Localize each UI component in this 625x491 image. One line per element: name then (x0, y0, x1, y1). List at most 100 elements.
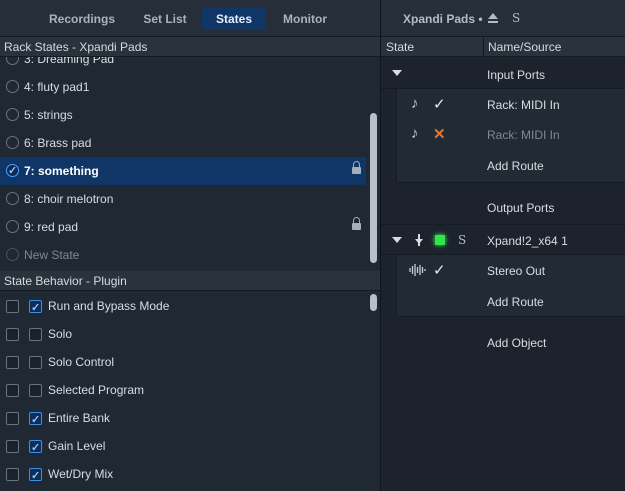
outer-checkbox[interactable] (6, 384, 19, 397)
behavior-label: Wet/Dry Mix (48, 467, 114, 481)
states-scroll-thumb[interactable] (370, 113, 377, 263)
behavior-row: Solo Control (0, 348, 366, 376)
add-route-button[interactable]: Add Route (487, 295, 544, 309)
behavior-label: Entire Bank (48, 411, 111, 425)
col-state[interactable]: State (386, 37, 414, 57)
state-item[interactable]: 5: strings (0, 101, 366, 129)
add-route-row[interactable]: Add Route (381, 287, 625, 317)
tab-monitor[interactable]: Monitor (274, 8, 336, 30)
radio-button[interactable] (6, 57, 19, 65)
add-object-row[interactable]: Add Object (381, 328, 625, 358)
new-state-label: New State (24, 248, 80, 262)
state-item[interactable]: 9: red pad (0, 213, 366, 241)
plugin-row[interactable]: S Xpand!2_x64 1 (381, 226, 625, 254)
behavior-label: Selected Program (48, 383, 145, 397)
lock-icon (352, 217, 361, 231)
radio-button[interactable] (6, 192, 19, 205)
state-label: 8: choir melotron (24, 192, 114, 206)
state-item[interactable]: 4: fluty pad1 (0, 73, 366, 101)
check-icon[interactable]: ✓ (433, 95, 446, 113)
state-item-selected[interactable]: 7: something (0, 157, 366, 185)
radio-button[interactable] (6, 136, 19, 149)
behavior-label: Run and Bypass Mode (48, 299, 170, 313)
disabled-x-icon[interactable]: ✕ (433, 125, 446, 143)
check-icon[interactable]: ✓ (433, 261, 446, 279)
states-scrollbar[interactable] (367, 57, 380, 268)
route-source-label: Rack: MIDI In (487, 128, 560, 142)
tab-bar: Recordings Set List States Monitor (0, 0, 380, 37)
solo-button[interactable]: S (512, 11, 520, 25)
routing-title-bar: Xpandi Pads • S (381, 0, 625, 37)
new-state-item[interactable]: New State (0, 241, 366, 268)
outer-checkbox[interactable] (6, 300, 19, 313)
midi-note-icon: ♪ (411, 95, 419, 112)
behavior-row: Selected Program (0, 376, 366, 404)
behavior-row: Solo (0, 320, 366, 348)
radio-button[interactable] (6, 248, 19, 261)
state-label: 5: strings (24, 108, 73, 122)
add-route-row[interactable]: Add Route (381, 151, 625, 181)
midi-note-icon: ♪ (411, 125, 419, 142)
input-ports-row[interactable]: Input Ports (381, 58, 625, 88)
col-name-source[interactable]: Name/Source (488, 37, 561, 57)
lock-icon (352, 161, 361, 175)
rack-title: Xpandi Pads • (403, 12, 483, 26)
radio-button[interactable] (6, 80, 19, 93)
output-ports-label: Output Ports (487, 201, 555, 215)
output-ports-row[interactable]: Output Ports (381, 192, 625, 222)
radio-button[interactable] (6, 108, 19, 121)
state-label: 6: Brass pad (24, 136, 92, 150)
behavior-row: Wet/Dry Mix (0, 460, 366, 490)
state-label: 9: red pad (24, 220, 79, 234)
inner-checkbox[interactable] (29, 294, 42, 322)
inner-checkbox[interactable] (29, 384, 42, 397)
behavior-scroll-thumb[interactable] (370, 294, 377, 311)
radio-button[interactable] (6, 220, 19, 233)
eject-icon[interactable] (488, 13, 498, 24)
plugin-name-label: Xpand!2_x64 1 (487, 234, 568, 248)
routing-pane: Xpandi Pads • S State Name/Source Input … (381, 0, 625, 491)
active-led-icon[interactable] (435, 235, 445, 245)
behavior-scrollbar[interactable] (367, 291, 380, 491)
state-label: 7: something (24, 164, 99, 178)
left-pane: Recordings Set List States Monitor Rack … (0, 0, 380, 491)
tab-set-list[interactable]: Set List (136, 8, 194, 30)
plugin-solo-button[interactable]: S (458, 233, 466, 247)
state-item[interactable]: 6: Brass pad (0, 129, 366, 157)
state-label: 4: fluty pad1 (24, 80, 90, 94)
routing-column-header: State Name/Source (381, 37, 625, 57)
behavior-row: Gain Level (0, 432, 366, 462)
audio-wave-icon (409, 264, 426, 276)
tab-states[interactable]: States (202, 8, 266, 30)
io-routing-icon[interactable] (414, 234, 424, 246)
outer-checkbox[interactable] (6, 328, 19, 341)
output-route-label: Stereo Out (487, 264, 546, 278)
rack-states-header: Rack States - Xpandi Pads (0, 37, 380, 57)
outer-checkbox[interactable] (6, 468, 19, 481)
outer-checkbox[interactable] (6, 440, 19, 453)
input-ports-label: Input Ports (487, 68, 546, 82)
behavior-row: Run and Bypass Mode (0, 292, 366, 322)
input-route-row-disabled[interactable]: ♪ ✕ Rack: MIDI In (381, 120, 625, 150)
state-item[interactable]: 3: Dreaming Pad (0, 57, 366, 73)
inner-checkbox[interactable] (29, 356, 42, 369)
add-route-button[interactable]: Add Route (487, 159, 544, 173)
caret-down-icon[interactable] (392, 70, 402, 76)
output-route-row[interactable]: ✓ Stereo Out (381, 256, 625, 286)
input-route-row[interactable]: ♪ ✓ Rack: MIDI In (381, 90, 625, 120)
state-item[interactable]: 8: choir melotron (0, 185, 366, 213)
inner-checkbox[interactable] (29, 434, 42, 462)
outer-checkbox[interactable] (6, 412, 19, 425)
inner-checkbox[interactable] (29, 462, 42, 490)
add-object-button[interactable]: Add Object (487, 336, 546, 350)
outer-checkbox[interactable] (6, 356, 19, 369)
rack-states-list: 3: Dreaming Pad 4: fluty pad1 5: strings… (0, 57, 366, 268)
radio-button-checked[interactable] (6, 157, 19, 185)
behavior-row: Entire Bank (0, 404, 366, 434)
caret-down-icon[interactable] (392, 237, 402, 243)
inner-checkbox[interactable] (29, 328, 42, 341)
state-behavior-list: Run and Bypass Mode Solo Solo Control Se… (0, 291, 366, 491)
behavior-label: Gain Level (48, 439, 106, 453)
tab-recordings[interactable]: Recordings (38, 8, 126, 30)
inner-checkbox[interactable] (29, 406, 42, 434)
